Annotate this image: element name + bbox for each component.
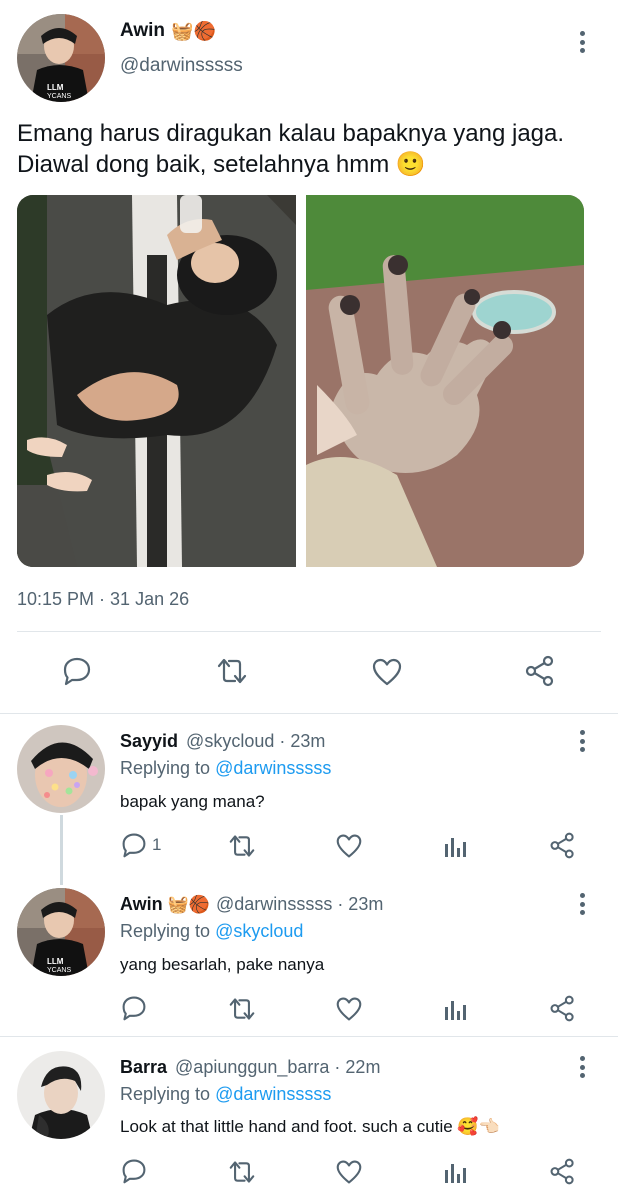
author-handle[interactable]: @darwinsssss bbox=[120, 55, 243, 77]
author-name-row: Awin 🧺🏀 bbox=[120, 20, 216, 42]
more-options-icon[interactable] bbox=[577, 893, 587, 915]
reply-author-name[interactable]: Barra bbox=[120, 1057, 167, 1078]
divider bbox=[0, 713, 618, 714]
tweet-text-line1: Emang harus diragukan kalau bapaknya yan… bbox=[17, 120, 565, 147]
author-name[interactable]: Awin bbox=[120, 20, 165, 42]
reply-header: Sayyid @skycloud · 23m bbox=[120, 731, 325, 752]
svg-text:YCANS: YCANS bbox=[47, 967, 71, 974]
reply-button[interactable]: 1 bbox=[121, 832, 161, 858]
author-name-emoji: 🧺🏀 bbox=[171, 20, 216, 41]
like-icon[interactable] bbox=[371, 657, 403, 687]
replying-to: Replying to @darwinsssss bbox=[120, 1084, 331, 1105]
replying-to-label: Replying to bbox=[120, 758, 211, 778]
replying-to-handle[interactable]: @darwinsssss bbox=[215, 758, 331, 778]
reply-text: bapak yang mana? bbox=[120, 792, 265, 811]
reply-text: Look at that little hand and foot. such … bbox=[120, 1117, 453, 1136]
like-icon[interactable] bbox=[335, 833, 363, 859]
tweet-text-emoji: 🙂 bbox=[395, 151, 426, 178]
more-options-icon[interactable] bbox=[577, 1056, 587, 1078]
reply-text-row: Look at that little hand and foot. such … bbox=[120, 1117, 500, 1137]
analytics-icon[interactable] bbox=[444, 1160, 468, 1184]
reply-time[interactable]: · 22m bbox=[334, 1057, 380, 1078]
retweet-icon[interactable] bbox=[227, 996, 257, 1022]
reply-author-name[interactable]: Sayyid bbox=[120, 731, 178, 752]
media-photo-1 bbox=[17, 195, 296, 567]
retweet-icon[interactable] bbox=[227, 833, 257, 859]
like-icon[interactable] bbox=[335, 1159, 363, 1185]
reply-author-handle[interactable]: @skycloud bbox=[186, 731, 274, 752]
tweet-timestamp[interactable]: 10:15 PM · 31 Jan 26 bbox=[17, 589, 189, 610]
tweet-media bbox=[17, 195, 584, 567]
reply-text-emoji: 🥰👈🏻 bbox=[457, 1117, 500, 1136]
reply-icon[interactable] bbox=[121, 995, 147, 1021]
divider bbox=[17, 631, 601, 632]
reply-author-handle[interactable]: @apiunggun_barra bbox=[175, 1057, 329, 1078]
author-avatar[interactable]: LLM YCANS bbox=[17, 14, 105, 102]
tweet-text-line2: Diawal dong baik, setelahnya hmm bbox=[17, 151, 390, 178]
share-icon[interactable] bbox=[524, 655, 556, 687]
divider bbox=[0, 1036, 618, 1037]
reply-icon[interactable] bbox=[62, 656, 92, 686]
reply-count: 1 bbox=[152, 835, 162, 854]
reply-header: Awin 🧺🏀 @darwinsssss · 23m bbox=[120, 894, 383, 915]
reply-avatar[interactable] bbox=[17, 1051, 105, 1139]
retweet-icon[interactable] bbox=[227, 1159, 257, 1185]
reply-time[interactable]: · 23m bbox=[337, 894, 383, 915]
reply-icon[interactable] bbox=[121, 1158, 147, 1184]
reply-avatar[interactable] bbox=[17, 725, 105, 813]
svg-text:LLM: LLM bbox=[47, 83, 64, 92]
tweet-text-line2-row: Diawal dong baik, setelahnya hmm 🙂 bbox=[17, 149, 607, 180]
tweet-text: Emang harus diragukan kalau bapaknya yan… bbox=[17, 118, 607, 180]
analytics-icon[interactable] bbox=[444, 997, 468, 1021]
reply-icon bbox=[121, 832, 147, 858]
more-options-icon[interactable] bbox=[577, 730, 587, 752]
share-icon[interactable] bbox=[549, 1158, 576, 1185]
reply-author-name[interactable]: Awin bbox=[120, 894, 163, 915]
replying-to-handle[interactable]: @skycloud bbox=[215, 921, 303, 941]
share-icon[interactable] bbox=[549, 832, 576, 859]
replying-to-label: Replying to bbox=[120, 921, 211, 941]
share-icon[interactable] bbox=[549, 995, 576, 1022]
media-photo-2 bbox=[306, 195, 584, 567]
reply-author-handle[interactable]: @darwinsssss bbox=[216, 894, 332, 915]
replying-to-handle[interactable]: @darwinsssss bbox=[215, 1084, 331, 1104]
reply-text: yang besarlah, pake nanya bbox=[120, 955, 325, 974]
reply-time[interactable]: · 23m bbox=[279, 731, 325, 752]
reply-header: Barra @apiunggun_barra · 22m bbox=[120, 1057, 380, 1078]
replying-to-label: Replying to bbox=[120, 1084, 211, 1104]
svg-text:LLM: LLM bbox=[47, 957, 64, 966]
svg-text:YCANS: YCANS bbox=[47, 93, 71, 100]
reply-avatar[interactable]: LLM YCANS bbox=[17, 888, 105, 976]
analytics-icon[interactable] bbox=[444, 834, 468, 858]
retweet-icon[interactable] bbox=[215, 656, 249, 686]
thread-line bbox=[60, 815, 63, 885]
like-icon[interactable] bbox=[335, 996, 363, 1022]
more-options-icon[interactable] bbox=[577, 31, 587, 53]
reply-author-emoji: 🧺🏀 bbox=[167, 895, 211, 914]
replying-to: Replying to @darwinsssss bbox=[120, 758, 331, 779]
replying-to: Replying to @skycloud bbox=[120, 921, 303, 942]
